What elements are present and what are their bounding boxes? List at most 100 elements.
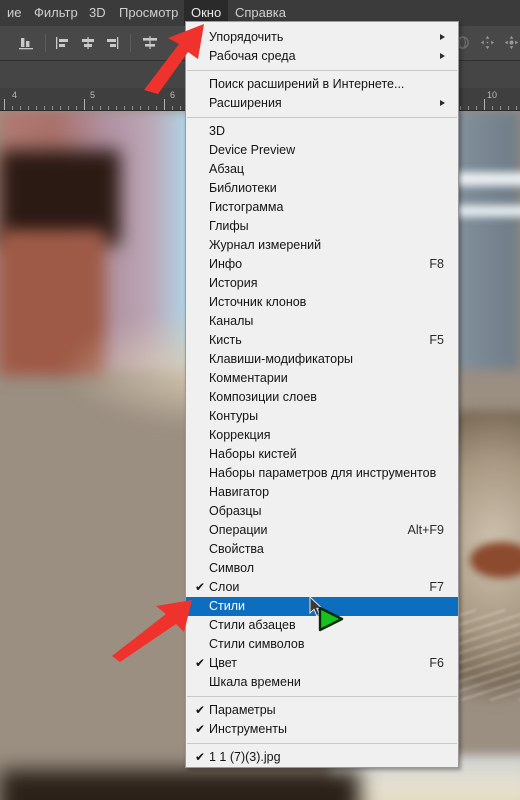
menu-item-композиции-слоев[interactable]: Композиции слоев [186,388,458,407]
menu-item-клавиши-модификаторы[interactable]: Клавиши-модификаторы [186,350,458,369]
submenu-chevron-icon [440,34,445,40]
menu-item-шкала-времени[interactable]: Шкала времени [186,673,458,692]
menu-item-цвет[interactable]: ✔ Цвет F6 [186,654,458,673]
menu-item-рабочая-среда[interactable]: Рабочая среда [186,47,458,66]
menu-item-свойства[interactable]: Свойства [186,540,458,559]
menu-item-стили-абзацев[interactable]: Стили абзацев [186,616,458,635]
ruler-tick [484,99,485,110]
menu-item-наборы-параметров-для-инструментов[interactable]: Наборы параметров для инструментов [186,464,458,483]
menu-item-стили-символов[interactable]: Стили символов [186,635,458,654]
menu-item-label: Параметры [209,703,276,717]
menu-item-shortcut: F8 [429,257,444,271]
menu-item-label: Расширения [209,96,282,110]
menu-item-label: Стили символов [209,637,305,651]
menu-item-слои[interactable]: ✔ Слои F7 [186,578,458,597]
ruler-tick [492,106,493,110]
menu-item-история[interactable]: История [186,274,458,293]
menu-item-расширения[interactable]: Расширения [186,94,458,113]
align-bottom-edges-icon[interactable] [18,35,36,51]
ruler-tick [180,106,181,110]
photo-floor-shadow [0,770,360,800]
checkmark-icon: ✔ [194,722,206,736]
menubar-item-0[interactable]: ие [0,0,29,26]
menu-item-источник-клонов[interactable]: Источник клонов [186,293,458,312]
menu-item-label: Кисть [209,333,242,347]
ruler-tick [156,106,157,110]
distribute-vertical-centers-icon[interactable] [141,35,159,51]
menu-item-label: Каналы [209,314,254,328]
checkmark-icon: ✔ [194,656,206,670]
menubar-item-3[interactable]: Просмотр [112,0,185,26]
ruler-tick [28,106,29,110]
menu-item-shortcut: Alt+F9 [407,523,444,537]
window-menu-dropdown[interactable]: Упорядочить Рабочая среда Поиск расширений… [185,21,459,768]
menubar-item-1[interactable]: Фильтр [27,0,85,26]
menu-item-коррекция[interactable]: Коррекция [186,426,458,445]
menu-separator [187,117,457,118]
menu-item-упорядочить[interactable]: Упорядочить [186,28,458,47]
menu-item-label: Цвет [209,656,238,670]
ruler-tick [500,106,501,110]
menu-item-контуры[interactable]: Контуры [186,407,458,426]
toolbar-separator-2 [130,34,131,52]
ruler-tick [124,106,125,110]
ruler-tick [68,106,69,110]
ruler-tick [12,106,13,110]
menu-item-параметры[interactable]: ✔ Параметры [186,701,458,720]
menu-item-shortcut: F6 [429,656,444,670]
menu-item-гистограмма[interactable]: Гистограмма [186,198,458,217]
menu-item-label: Клавиши-модификаторы [209,352,354,366]
ruler-tick [164,99,165,110]
menu-item-инструменты[interactable]: ✔ Инструменты [186,720,458,739]
menu-item-образцы[interactable]: Образцы [186,502,458,521]
menu-item-журнал-измерений[interactable]: Журнал измерений [186,236,458,255]
menu-separator [187,743,457,744]
menu-item-поиск-расширений-в-интернете[interactable]: Поиск расширений в Интернете... [186,75,458,94]
menu-item-device-preview[interactable]: Device Preview [186,141,458,160]
menu-item-1-1-7-3-jpg[interactable]: ✔ 1 1 (7)(3).jpg [186,748,458,767]
menu-item-инфо[interactable]: Инфо F8 [186,255,458,274]
ruler-label: 6 [170,90,176,100]
menu-item-навигатор[interactable]: Навигатор [186,483,458,502]
menu-item-абзац[interactable]: Абзац [186,160,458,179]
menu-item-label: Стили [209,599,246,613]
3d-pan-icon[interactable] [480,35,495,50]
menu-item-наборы-кистей[interactable]: Наборы кистей [186,445,458,464]
ruler-tick [60,106,61,110]
photoshop-window: 4 5 6 10 ие Фильтр 3D Просмотр Окно Спра… [0,0,520,800]
menu-item-label: Коррекция [209,428,271,442]
menu-item-label: Поиск расширений в Интернете... [209,77,405,91]
menu-item-каналы[interactable]: Каналы [186,312,458,331]
align-right-edges-icon[interactable] [103,35,121,51]
menu-item-shortcut: F5 [429,333,444,347]
ruler-tick [76,106,77,110]
menu-item-label: Источник клонов [209,295,307,309]
menu-item-глифы[interactable]: Глифы [186,217,458,236]
ruler-tick [516,106,517,110]
menu-item-комментарии[interactable]: Комментарии [186,369,458,388]
menu-item-библиотеки[interactable]: Библиотеки [186,179,458,198]
menu-item-3d[interactable]: 3D [186,122,458,141]
ruler-tick [52,106,53,110]
checkmark-icon: ✔ [194,703,206,717]
menu-item-стили[interactable]: Стили [186,597,458,616]
3d-slide-icon[interactable] [504,35,519,50]
ruler-tick [476,106,477,110]
ruler-tick [108,106,109,110]
menu-item-label: 3D [209,124,225,138]
menu-item-label: Контуры [209,409,259,423]
menu-item-label: Символ [209,561,255,575]
align-left-edges-icon[interactable] [54,35,72,51]
menu-item-label: Журнал измерений [209,238,322,252]
menu-item-label: Инструменты [209,722,287,736]
menu-item-label: Слои [209,580,240,594]
menubar-item-2[interactable]: 3D [82,0,113,26]
menu-item-label: Свойства [209,542,264,556]
menu-item-label: История [209,276,258,290]
menu-item-символ[interactable]: Символ [186,559,458,578]
ruler-tick [4,99,5,110]
menu-item-кисть[interactable]: Кисть F5 [186,331,458,350]
ruler-tick [44,106,45,110]
align-horizontal-centers-icon[interactable] [79,35,97,51]
menu-item-операции[interactable]: Операции Alt+F9 [186,521,458,540]
